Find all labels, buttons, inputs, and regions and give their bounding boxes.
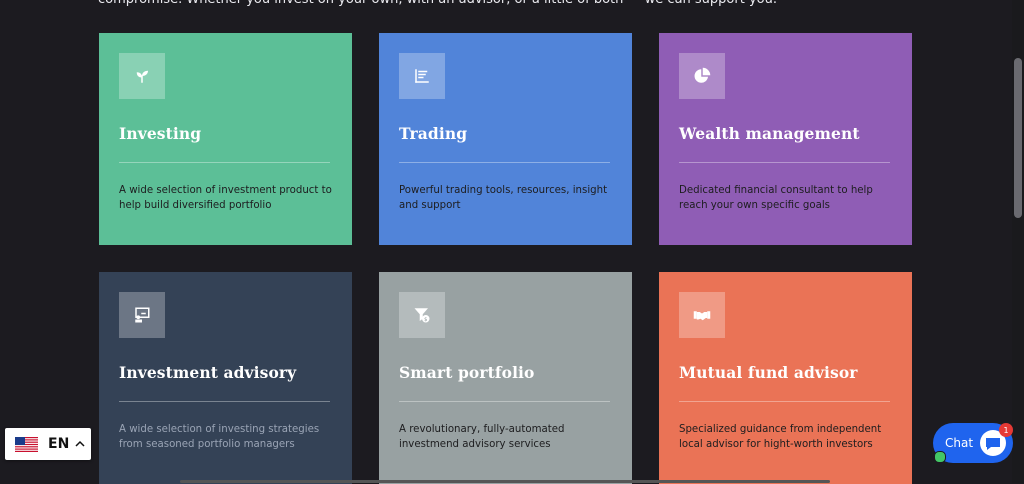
language-selector[interactable]: EN: [5, 428, 91, 460]
handshake-icon: [679, 292, 725, 338]
presentation-icon: [119, 292, 165, 338]
divider: [399, 162, 610, 163]
card-wealth-management[interactable]: Wealth management Dedicated financial co…: [659, 33, 912, 245]
card-trading[interactable]: Trading Powerful trading tools, resource…: [379, 33, 632, 245]
card-title: Smart portfolio: [399, 363, 535, 382]
divider: [119, 401, 330, 402]
card-mutual-fund-advisor[interactable]: Mutual fund advisor Specialized guidance…: [659, 272, 912, 484]
svg-text:$: $: [424, 317, 427, 323]
card-description: Specialized guidance from independent lo…: [679, 424, 882, 450]
sprout-icon: [119, 53, 165, 99]
card-investment-advisory[interactable]: Investment advisory A wide selection of …: [99, 272, 352, 484]
divider: [679, 401, 890, 402]
bar-chart-icon: [399, 53, 445, 99]
card-title: Investing: [119, 124, 202, 143]
card-title: Mutual fund advisor: [679, 363, 858, 382]
chevron-up-icon: [75, 440, 85, 447]
language-code: EN: [48, 436, 70, 452]
divider: [399, 401, 610, 402]
unread-badge: 1: [999, 423, 1013, 437]
scrollbar-track[interactable]: [1012, 0, 1024, 483]
card-description: A wide selection of investing strategies…: [119, 424, 320, 450]
divider: [119, 162, 330, 163]
divider: [679, 162, 890, 163]
card-description: A revolutionary, fully-automated investm…: [399, 424, 565, 450]
card-description: Dedicated financial consultant to help r…: [679, 185, 873, 211]
card-title: Wealth management: [679, 124, 860, 143]
card-title: Trading: [399, 124, 468, 143]
card-description: Powerful trading tools, resources, insig…: [399, 185, 608, 211]
us-flag-icon: [15, 436, 38, 452]
intro-text: compromise. Whether you invest on your o…: [98, 0, 958, 9]
card-investing[interactable]: Investing A wide selection of investment…: [99, 33, 352, 245]
funnel-dollar-icon: $: [399, 292, 445, 338]
card-title: Investment advisory: [119, 363, 297, 382]
chat-label: Chat: [945, 436, 974, 450]
scrollbar-thumb[interactable]: [1014, 58, 1022, 218]
card-smart-portfolio[interactable]: $ Smart portfolio A revolutionary, fully…: [379, 272, 632, 484]
card-description: A wide selection of investment product t…: [119, 185, 332, 211]
online-status-dot: [934, 451, 946, 463]
pie-chart-icon: [679, 53, 725, 99]
